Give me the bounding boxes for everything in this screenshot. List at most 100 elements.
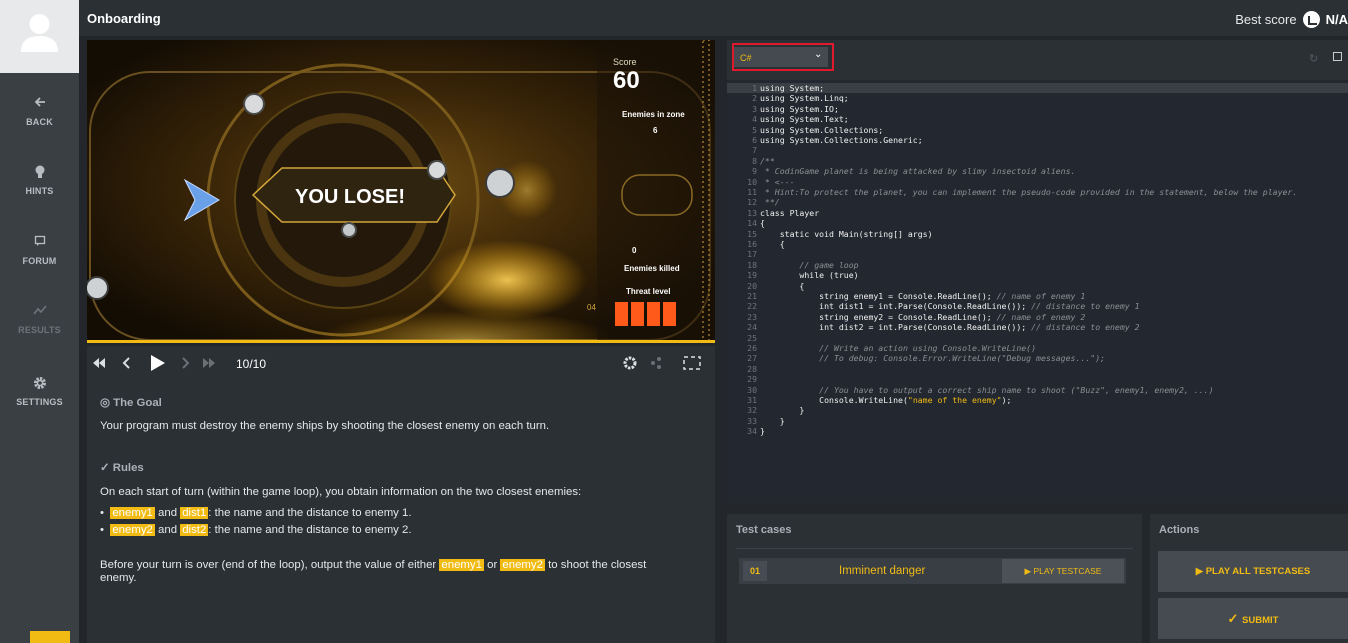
code-line: 5 using System.Collections; [727,125,1348,135]
code-text: // To debug: Console.Error.WriteLine("De… [760,353,1106,364]
test-case-row[interactable]: 01 Imminent danger ▶ PLAY TESTCASE [739,558,1126,584]
sidebar-item-label: RESULTS [18,325,61,335]
sidebar-item-label: HINTS [25,186,54,196]
sidebar-item-back[interactable]: BACK [0,96,79,127]
user-avatar-icon [21,14,58,52]
app: BACK HINTS FORUM RESULTS SETTINGS Onboar… [0,0,1348,643]
enemy-ship [341,222,357,238]
code-text: * <--- [760,176,795,187]
actions-title: Actions [1159,524,1200,536]
line-number: 14 [747,218,757,229]
code-line: 23 string enemy2 = Console.ReadLine(); /… [727,312,1348,322]
line-number: 33 [747,415,757,426]
line-number: 27 [747,353,757,364]
code-line: 13 class Player [727,208,1348,218]
code-editor: C# ⌄ ↻ 1 using System; 2 using System.Linq; 3… [727,40,1348,503]
line-number: 26 [747,343,757,353]
code-line: 19 while (true) [727,270,1348,280]
code-line: 7 [727,145,1348,155]
code-text: while (true) [760,270,859,281]
test-case-number: 01 [743,561,767,581]
line-number: 9 [752,166,757,177]
code-line: 25 [727,333,1348,343]
code-text: **/ [760,197,780,208]
rules-heading: ✓ Rules [100,462,144,474]
best-score-value: N/A [1325,12,1348,27]
submit-button[interactable]: ✓ SUBMIT [1158,598,1348,639]
line-number: 20 [747,280,757,291]
sidebar-item-label: FORUM [22,256,57,266]
actions-panel: Actions ▶ PLAY ALL TESTCASES ✓ SUBMIT [1150,514,1348,643]
code-area[interactable]: 1 using System; 2 using System.Linq; 3 using … [727,83,1348,503]
code-text: string enemy2 = Console.ReadLine(); // n… [760,311,1086,322]
sidebar-item-forum[interactable]: FORUM [0,235,79,266]
score-label: Score [613,57,637,67]
line-number: 2 [752,93,757,104]
step-back-icon[interactable] [122,357,130,369]
goal-heading: ◎ The Goal [100,397,162,409]
line-number: 18 [747,259,757,270]
share-icon[interactable] [651,357,661,369]
sidebar-item-hints[interactable]: HINTS [0,165,79,196]
code-line: 20 { [727,281,1348,291]
code-text: using System.IO; [760,103,839,114]
code-text: class Player [760,207,820,218]
play-all-testcases-button[interactable]: ▶ PLAY ALL TESTCASES [1158,551,1348,592]
line-number: 8 [752,155,757,166]
code-line: 34} [727,426,1348,436]
fast-forward-icon[interactable] [203,358,215,368]
enemies-zone-value: 6 [653,126,658,135]
sidebar-bottom-button[interactable] [30,631,70,643]
settings-gear-icon[interactable] [623,356,637,370]
sidebar-item-results[interactable]: RESULTS [0,304,79,335]
frame-counter: 10/10 [236,357,267,371]
check-icon: ✓ [100,462,113,474]
code-text: * CodinGame planet is being attacked by … [760,166,1076,177]
code-line: 4 using System.Text; [727,114,1348,124]
enemies-killed-label: Enemies killed [624,264,680,273]
play-testcase-button[interactable]: ▶ PLAY TESTCASE [1002,559,1124,583]
you-lose-banner: YOU LOSE! [295,186,405,208]
code-line: 18 // game loop [727,260,1348,270]
best-score: Best score N/A [1235,11,1348,28]
code-text: /** [760,155,775,166]
game-scene: YOU LOSE! Score 60 Enemies in zone 6 0 E… [87,40,715,343]
avatar[interactable] [0,0,79,73]
enemy-ship [427,160,447,180]
code-line: 1 using System; [727,83,1348,93]
line-number: 23 [747,311,757,322]
sidebar-item-label: BACK [26,117,53,127]
sidebar-item-settings[interactable]: SETTINGS [0,376,79,407]
line-number: 7 [752,145,757,156]
sidebar: BACK HINTS FORUM RESULTS SETTINGS [0,0,79,643]
enemies-killed-value: 0 [632,246,637,255]
code-text: using System.Text; [760,114,849,125]
code-line: 12 **/ [727,197,1348,207]
threat-level-value: 04 [587,303,596,312]
maximize-icon[interactable] [1333,52,1342,61]
goal-text: Your program must destroy the enemy ship… [100,420,550,432]
fullscreen-icon[interactable] [683,356,701,370]
lightbulb-icon [0,165,79,183]
line-number: 16 [747,239,757,249]
code-text: string enemy1 = Console.ReadLine(); // n… [760,291,1086,301]
replay-controls: 10/10 [87,346,715,380]
sidebar-item-label: SETTINGS [16,397,63,407]
line-number: 4 [752,114,757,125]
line-number: 13 [747,207,757,218]
test-cases-panel: Test cases 01 Imminent danger ▶ PLAY TES… [727,514,1142,643]
gear-icon [0,376,79,394]
rewind-icon[interactable] [93,358,105,368]
code-line: 24 int dist2 = int.Parse(Console.ReadLin… [727,322,1348,332]
code-text: using System.Linq; [760,93,849,104]
code-line: 28 [727,364,1348,374]
play-icon[interactable] [151,355,165,371]
chart-icon [0,304,79,322]
line-number: 29 [747,374,757,385]
line-number: 3 [752,103,757,114]
code-text: int dist1 = int.Parse(Console.ReadLine()… [760,301,1140,312]
reset-icon[interactable]: ↻ [1309,52,1318,65]
code-text: // You have to output a correct ship nam… [760,384,1214,395]
step-forward-icon[interactable] [182,357,190,369]
game-viewer[interactable]: YOU LOSE! Score 60 Enemies in zone 6 0 E… [87,40,715,343]
